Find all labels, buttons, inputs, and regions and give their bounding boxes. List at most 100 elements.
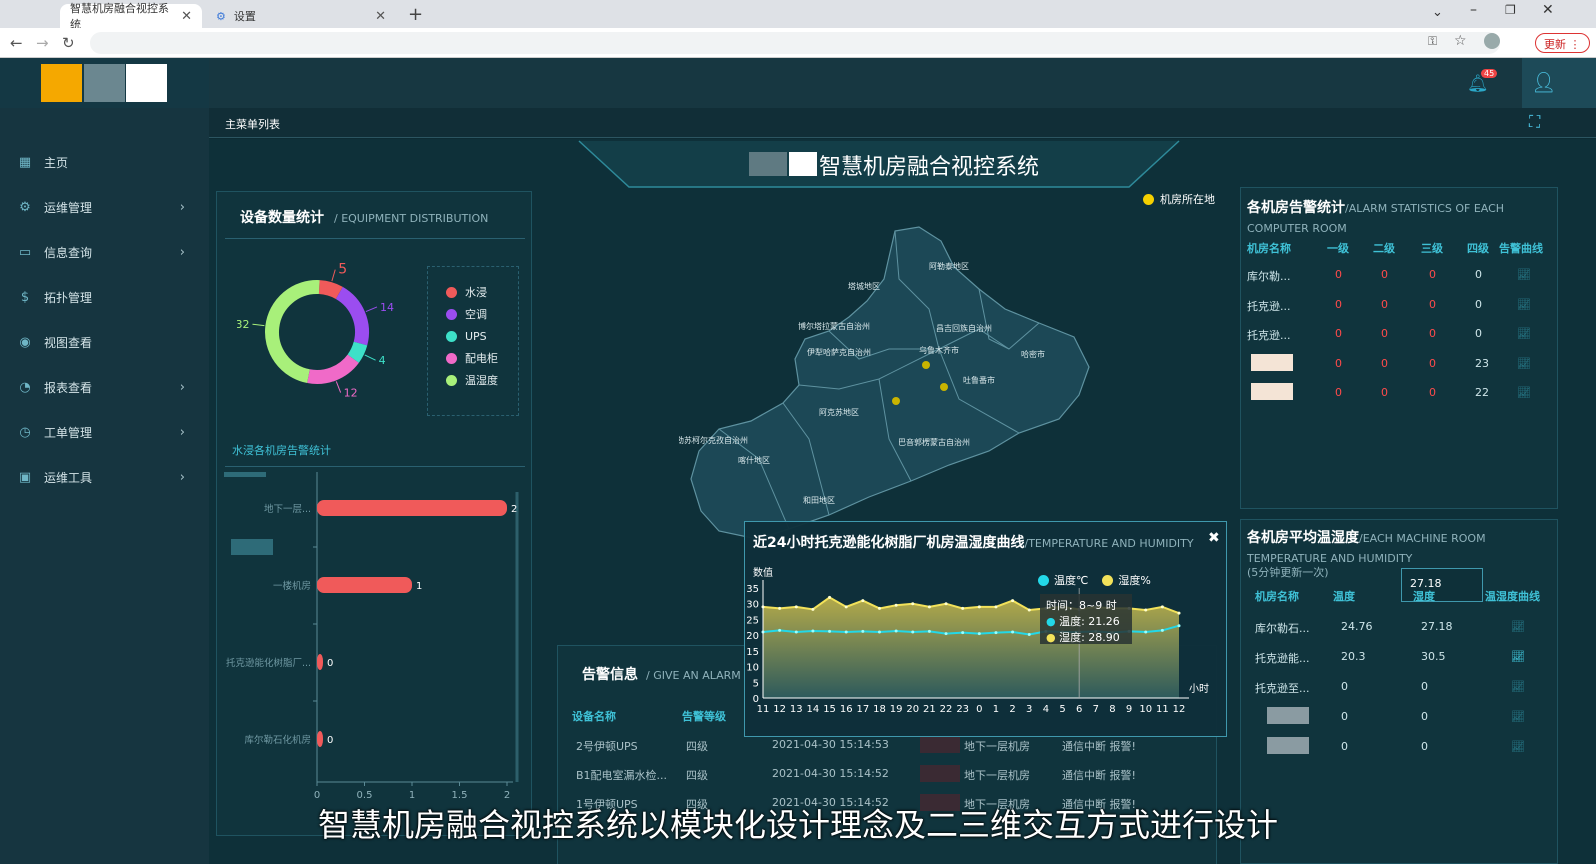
update-button[interactable]: 更新 ⋮ bbox=[1535, 33, 1590, 53]
y-tick-label: 35 bbox=[746, 584, 759, 595]
close-icon[interactable]: ✕ bbox=[181, 9, 192, 24]
trend-chart-icon[interactable]: 📈︎ bbox=[1511, 680, 1525, 693]
bar-category-label: 一楼机房 bbox=[273, 580, 311, 592]
x-tick-label: 11 bbox=[1156, 704, 1169, 715]
dashboard: 智慧机房融合视控系统 设备数量统计 / EQUIPMENT DISTRIBUTIO… bbox=[209, 139, 1596, 864]
trend-chart-icon[interactable]: 📈︎ bbox=[1511, 620, 1525, 633]
room-name: 托克逊... bbox=[1247, 299, 1291, 313]
table-header: 告警曲线 bbox=[1499, 242, 1543, 255]
cell-value: 0 bbox=[1421, 710, 1428, 723]
new-tab-icon[interactable]: + bbox=[408, 4, 423, 25]
bar-2 bbox=[317, 654, 323, 670]
location-redacted bbox=[920, 765, 960, 782]
temp-point bbox=[778, 628, 782, 632]
sidebar-item-5[interactable]: ◔ 报表查看 › bbox=[0, 365, 209, 410]
cell-value: 0 bbox=[1381, 268, 1388, 281]
cell-value: 0 bbox=[1475, 327, 1482, 340]
browser-tab-bar: 智慧机房融合视控系统 ✕ ⚙ 设置 ✕ + ⌄ – ❐ ✕ bbox=[0, 0, 1596, 31]
trend-chart-icon[interactable]: 📈︎ bbox=[1517, 357, 1531, 370]
x-tick-label: 5 bbox=[1059, 704, 1065, 715]
sidebar-item-4[interactable]: ◉ 视图查看 bbox=[0, 320, 209, 365]
sidebar-item-2[interactable]: ▭ 信息查询 › bbox=[0, 230, 209, 275]
forward-icon[interactable]: → bbox=[36, 34, 49, 52]
avg-temp-title: 各机房平均温湿度 bbox=[1247, 530, 1359, 546]
sidebar-item-6[interactable]: ◷ 工单管理 › bbox=[0, 410, 209, 455]
bar-category-label: 托克逊能化树脂厂... bbox=[226, 657, 311, 669]
report-icon: ◔ bbox=[19, 379, 31, 395]
tab-search-icon[interactable]: ⌄ bbox=[1432, 5, 1443, 20]
water-alarm-subtitle: 水浸各机房告警统计 bbox=[232, 444, 331, 457]
equipment-title: 设备数量统计 bbox=[240, 210, 324, 226]
star-icon[interactable]: ☆ bbox=[1454, 33, 1467, 49]
back-icon[interactable]: ← bbox=[10, 34, 23, 52]
popup-title-en: /TEMPERATURE AND HUMIDITY bbox=[1024, 537, 1194, 550]
cell-value: 30.5 bbox=[1421, 650, 1446, 663]
x-tick-label: 18 bbox=[873, 704, 886, 715]
trend-chart-icon[interactable]: 📈︎ bbox=[1511, 740, 1525, 753]
sidebar-item-label: 主页 bbox=[44, 156, 69, 170]
url-input[interactable] bbox=[90, 32, 1500, 54]
trend-chart-icon[interactable]: 📈︎ bbox=[1517, 268, 1531, 281]
donut-label: 32 bbox=[237, 318, 249, 331]
donut-label: 5 bbox=[338, 262, 347, 278]
tab-main[interactable]: 智慧机房融合视控系统 ✕ bbox=[60, 2, 202, 31]
cell-value: 0 bbox=[1475, 268, 1482, 281]
hum-point bbox=[944, 602, 948, 606]
trend-chart-icon[interactable]: 📈︎ bbox=[1511, 650, 1525, 663]
sidebar-item-0[interactable]: ▦ 主页 bbox=[0, 140, 209, 185]
key-icon[interactable]: ⚿ bbox=[1428, 34, 1437, 49]
close-icon[interactable]: ✕ bbox=[375, 9, 386, 24]
clock-icon: ◷ bbox=[19, 424, 31, 440]
temp-humidity-popup: 近24小时托克逊能化树脂厂机房温湿度曲线/TEMPERATURE AND HUM… bbox=[744, 521, 1227, 737]
fullscreen-icon[interactable]: ⛶ bbox=[1529, 112, 1540, 132]
location-redacted bbox=[920, 736, 960, 753]
x-tick-label: 2 bbox=[1009, 704, 1015, 715]
bar-3 bbox=[317, 731, 323, 747]
profile-icon[interactable] bbox=[1484, 33, 1500, 49]
x-tick-label: 15 bbox=[823, 704, 836, 715]
cell-value: 0 bbox=[1335, 327, 1342, 340]
tab-settings[interactable]: ⚙ 设置 ✕ bbox=[206, 4, 396, 28]
temp-point bbox=[1177, 624, 1181, 628]
sidebar-item-3[interactable]: $ 拓扑管理 bbox=[0, 275, 209, 320]
trend-chart-icon[interactable]: 📈︎ bbox=[1517, 386, 1531, 399]
eye-icon: ◉ bbox=[19, 334, 31, 350]
reload-icon[interactable]: ↻ bbox=[62, 34, 75, 52]
temp-point bbox=[894, 629, 898, 633]
sidebar-item-1[interactable]: ⚙ 运维管理 › bbox=[0, 185, 209, 230]
hum-point bbox=[1011, 599, 1015, 603]
minimize-icon[interactable]: – bbox=[1470, 2, 1477, 18]
hum-point bbox=[877, 606, 881, 610]
cell-value: 0 bbox=[1429, 386, 1436, 399]
x-tick-label: 1 bbox=[993, 704, 999, 715]
room-name: 库尔勒... bbox=[1247, 270, 1291, 283]
hum-point bbox=[1027, 608, 1031, 612]
cell-value: 0 bbox=[1381, 327, 1388, 340]
restore-icon[interactable]: ❐ bbox=[1505, 3, 1516, 17]
user-icon[interactable]: 👤︎ bbox=[1531, 70, 1556, 94]
top-bar: 🔔︎ 45 👤︎ bbox=[209, 58, 1596, 108]
cell-value: 0 bbox=[1475, 297, 1482, 311]
hum-point bbox=[811, 607, 815, 611]
alarm-cell: 2021-04-30 15:14:53 bbox=[772, 738, 889, 751]
cell-value: 24.76 bbox=[1341, 620, 1373, 633]
room-name: 托克逊至... bbox=[1255, 682, 1310, 695]
map-region-label: 吐鲁番市 bbox=[963, 375, 995, 385]
map-region-label: 博尔塔拉蒙古自治州 bbox=[798, 321, 870, 331]
temp-point bbox=[877, 630, 881, 634]
trend-chart-icon[interactable]: 📈︎ bbox=[1517, 327, 1531, 340]
table-header: 湿度 bbox=[1413, 590, 1435, 603]
table-header: 温湿度曲线 bbox=[1485, 590, 1540, 603]
trend-chart-icon[interactable]: 📈︎ bbox=[1511, 710, 1525, 723]
hum-point bbox=[994, 605, 998, 609]
chevron-right-icon: › bbox=[179, 245, 185, 260]
sidebar-item-7[interactable]: ▣ 运维工具 › bbox=[0, 455, 209, 500]
alarm-cell: 2号伊顿UPS bbox=[576, 740, 638, 753]
popup-close-icon[interactable]: ✖ bbox=[1208, 530, 1220, 546]
cell-value: 23 bbox=[1475, 356, 1489, 370]
window-close-icon[interactable]: ✕ bbox=[1542, 2, 1554, 18]
cell-value: 20.3 bbox=[1341, 650, 1366, 663]
x-tick-label: 11 bbox=[757, 704, 770, 715]
map-location-dot bbox=[892, 397, 900, 405]
trend-chart-icon[interactable]: 📈︎ bbox=[1517, 298, 1531, 311]
